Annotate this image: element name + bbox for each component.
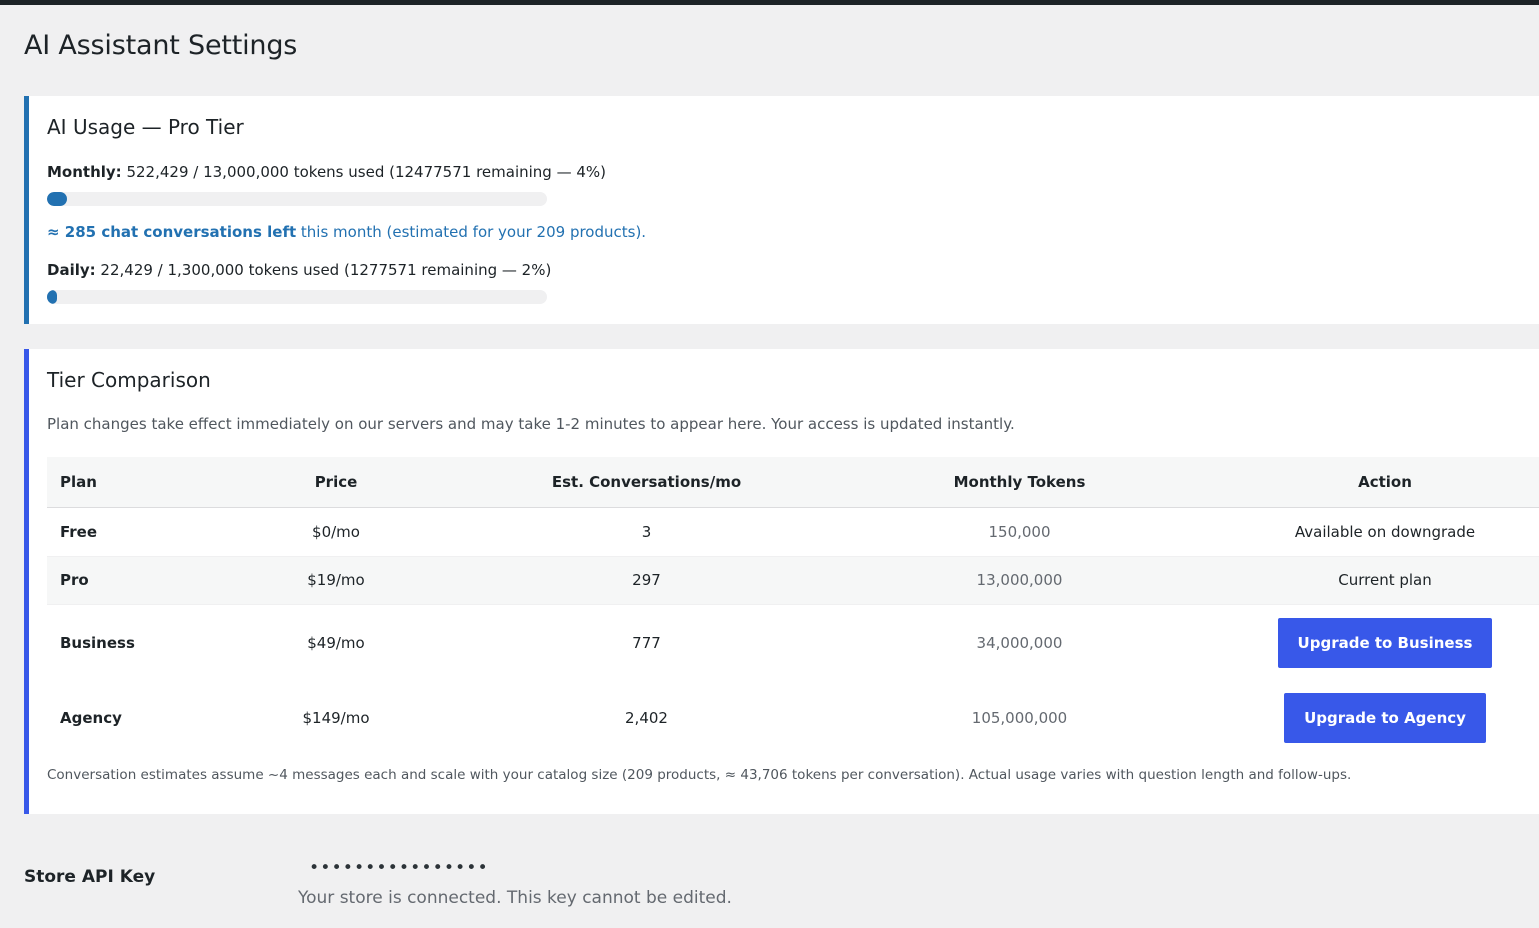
column-header-plan: Plan [47,457,187,508]
plan-change-note: Plan changes take effect immediately on … [47,415,1015,433]
plan-price: $49/mo [307,633,365,652]
monthly-usage-bar-fill [47,192,67,206]
upgrade-to-business-button[interactable]: Upgrade to Business [1277,617,1493,668]
tier-comparison-title: Tier Comparison [47,368,211,392]
page-title: AI Assistant Settings [24,30,298,61]
plan-action-status: Available on downgrade [1231,507,1539,557]
table-row-pro: Pro $19/mo 297 13,000,000 Current plan [47,556,1539,605]
daily-usage-text: 22,429 / 1,300,000 tokens used (1277571 … [100,261,552,279]
tier-comparison-card: Tier Comparison Plan changes take effect… [24,349,1539,814]
plan-conversations: 777 [632,633,661,652]
plan-tokens: 150,000 [808,507,1231,557]
tier-comparison-table: Plan Price Est. Conversations/mo Monthly… [47,457,1539,754]
store-api-key-value: •••••••••••••••• [309,858,489,878]
plan-tokens: 105,000,000 [971,708,1068,727]
plan-action-cell: Upgrade to Agency [1231,681,1539,754]
column-header-conversations: Est. Conversations/mo [485,457,808,508]
monthly-usage-bar [47,192,547,206]
plan-action-cell: Upgrade to Business [1231,604,1539,681]
conversations-left-line: ≈ 285 chat conversations left this month… [47,223,646,241]
plan-price: $0/mo [187,507,485,557]
usage-card: AI Usage — Pro Tier Monthly: 522,429 / 1… [24,96,1539,324]
daily-usage-line: Daily: 22,429 / 1,300,000 tokens used (1… [47,261,551,279]
monthly-usage-text: 522,429 / 13,000,000 tokens used (124775… [126,163,606,181]
plan-conversations: 297 [485,556,808,605]
daily-label: Daily: [47,261,96,279]
table-row-free: Free $0/mo 3 150,000 Available on downgr… [47,507,1539,557]
conversation-estimate-footnote: Conversation estimates assume ~4 message… [47,767,1352,783]
column-header-tokens: Monthly Tokens [808,457,1231,508]
plan-name: Free [47,507,187,557]
table-header-row: Plan Price Est. Conversations/mo Monthly… [47,457,1539,508]
monthly-label: Monthly: [47,163,122,181]
conversations-left-detail: this month (estimated for your 209 produ… [300,223,647,241]
plan-conversations: 2,402 [625,708,668,727]
plan-tokens: 13,000,000 [808,556,1231,605]
column-header-action: Action [1231,457,1539,508]
plan-action-status: Current plan [1231,556,1539,605]
store-api-key-label: Store API Key [24,867,156,887]
monthly-usage-line: Monthly: 522,429 / 13,000,000 tokens use… [47,163,606,181]
plan-name: Pro [47,556,187,605]
table-row-agency: Agency $149/mo 2,402 105,000,000 Upgrade… [47,681,1539,754]
conversations-left-count: ≈ 285 chat conversations left [47,223,297,241]
table-row-business: Business $49/mo 777 34,000,000 Upgrade t… [47,604,1539,681]
admin-top-bar [0,0,1539,5]
plan-name: Business [60,633,135,652]
plan-name: Agency [60,708,122,727]
store-api-key-description: Your store is connected. This key cannot… [298,888,732,908]
upgrade-to-agency-button[interactable]: Upgrade to Agency [1284,692,1486,743]
daily-usage-bar [47,290,547,304]
plan-conversations: 3 [485,507,808,557]
plan-tokens: 34,000,000 [976,633,1063,652]
plan-price: $19/mo [187,556,485,605]
daily-usage-bar-fill [47,290,57,304]
column-header-price: Price [187,457,485,508]
plan-price: $149/mo [302,708,370,727]
usage-title: AI Usage — Pro Tier [47,115,244,139]
